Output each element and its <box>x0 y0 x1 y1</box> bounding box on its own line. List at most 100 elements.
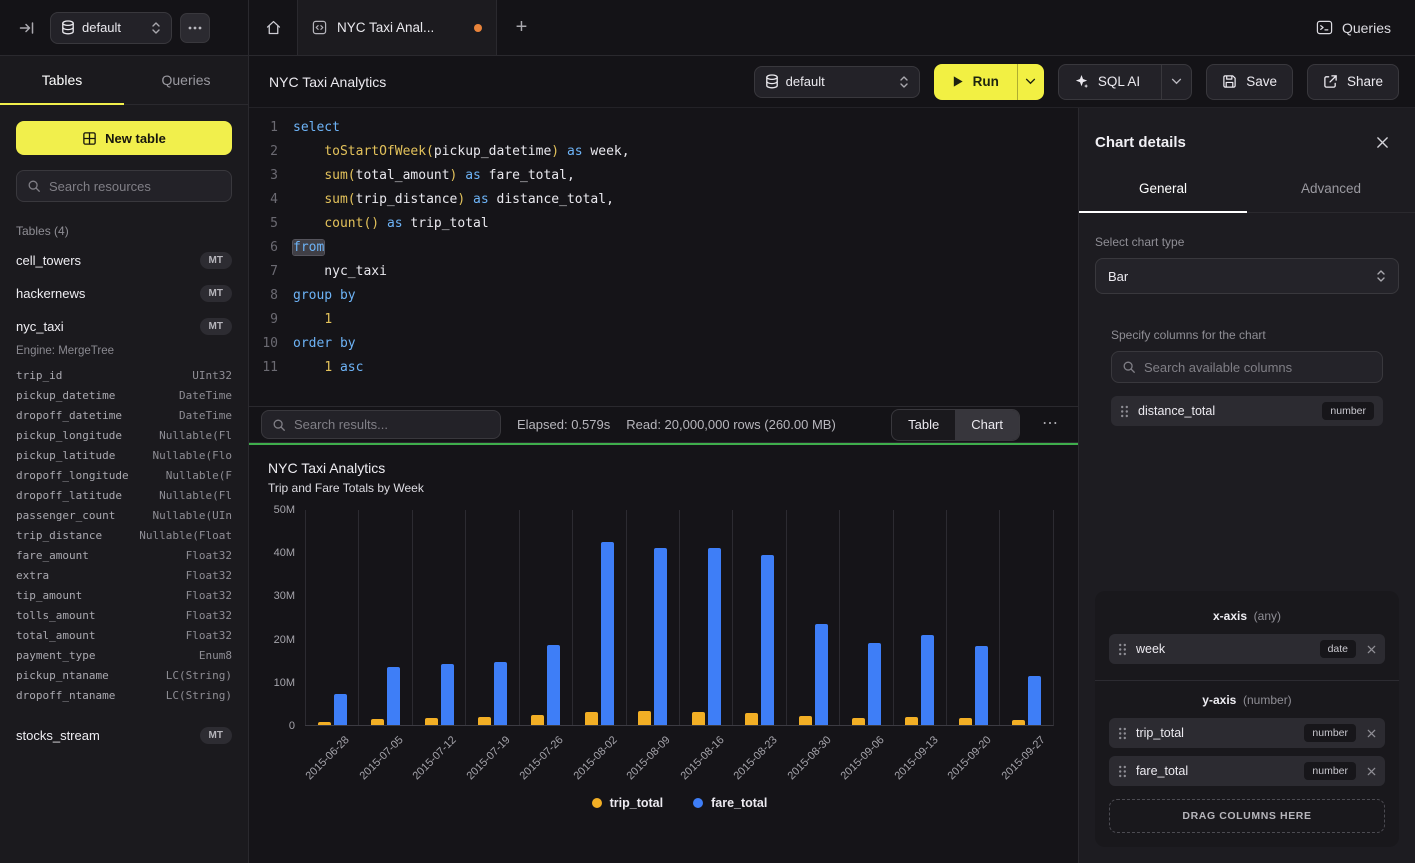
editor-gutter: 1234567891011 <box>249 108 291 406</box>
table-name: cell_towers <box>16 253 81 268</box>
bar-group <box>358 510 411 725</box>
engine-badge: MT <box>200 727 232 744</box>
drag-handle-icon[interactable] <box>1120 405 1129 418</box>
y-axis-column-trip-total[interactable]: trip_total number <box>1109 718 1385 748</box>
column-name: payment_type <box>16 649 95 662</box>
sidebar-tab-tables[interactable]: Tables <box>0 56 124 104</box>
view-chart-button[interactable]: Chart <box>955 410 1019 440</box>
drag-handle-icon[interactable] <box>1118 643 1127 656</box>
collapse-sidebar-button[interactable] <box>12 13 42 43</box>
drag-handle-icon[interactable] <box>1118 765 1127 778</box>
tab-title: NYC Taxi Anal... <box>337 20 434 35</box>
tab-advanced[interactable]: Advanced <box>1247 169 1415 212</box>
chart-x-axis: 2015-06-282015-07-052015-07-122015-07-19… <box>305 726 1054 792</box>
sidebar-search-input[interactable] <box>49 179 221 194</box>
type-badge: number <box>1304 762 1356 780</box>
schema-column-row: pickup_latitudeNullable(Flo <box>16 445 232 465</box>
tab-nyc-taxi-analytics[interactable]: NYC Taxi Anal... <box>298 0 497 55</box>
legend-dot-icon <box>693 798 703 808</box>
x-axis-cell: 2015-07-12 <box>412 726 466 792</box>
x-axis-cell: 2015-08-09 <box>626 726 680 792</box>
home-button[interactable] <box>249 0 298 55</box>
drag-handle-icon[interactable] <box>1118 727 1127 740</box>
save-icon <box>1222 74 1237 89</box>
column-name: passenger_count <box>16 509 115 522</box>
bar-trip_total <box>745 713 758 725</box>
table-row-hackernews[interactable]: hackernews MT <box>16 277 232 310</box>
sql-editor[interactable]: 1234567891011 select toStartOfWeek(picku… <box>249 108 1078 406</box>
schema-column-row: pickup_ntanameLC(String) <box>16 665 232 685</box>
schema-column-row: dropoff_ntanameLC(String) <box>16 685 232 705</box>
share-button[interactable]: Share <box>1307 64 1399 100</box>
sidebar-database-selector[interactable]: default <box>50 12 172 44</box>
remove-column-button[interactable] <box>1367 729 1376 738</box>
column-name: extra <box>16 569 49 582</box>
legend-item-trip_total[interactable]: trip_total <box>592 796 663 810</box>
results-more-button[interactable]: ⋯ <box>1036 413 1066 437</box>
sql-ai-label: SQL AI <box>1098 74 1140 89</box>
editor-line-number: 11 <box>249 356 278 380</box>
remove-column-button[interactable] <box>1367 767 1376 776</box>
x-axis-label: 2015-09-06 <box>839 734 887 782</box>
header-database-value: default <box>786 74 825 89</box>
y-axis-column-fare-total[interactable]: fare_total number <box>1109 756 1385 786</box>
sql-ai-button[interactable]: SQL AI <box>1059 65 1152 99</box>
sidebar-tab-queries[interactable]: Queries <box>124 56 248 104</box>
run-options-button[interactable] <box>1017 64 1044 100</box>
bar-fare_total <box>387 667 400 725</box>
bar-group <box>732 510 785 725</box>
tables-list: Tables (4) cell_towers MT hackernews MT … <box>0 202 248 863</box>
view-table-button[interactable]: Table <box>892 410 955 440</box>
table-row-stocks-stream[interactable]: stocks_stream MT <box>16 719 232 752</box>
column-type: DateTime <box>179 389 232 402</box>
drop-zone[interactable]: DRAG COLUMNS HERE <box>1109 799 1385 833</box>
results-search[interactable] <box>261 410 501 439</box>
column-type: Float32 <box>186 589 232 602</box>
y-axis-tick: 20M <box>274 634 295 646</box>
queries-button[interactable]: Queries <box>1316 19 1391 36</box>
column-type: Nullable(Flo <box>153 449 232 462</box>
chart-type-select[interactable]: Bar <box>1095 258 1399 294</box>
x-axis-cell: 2015-07-05 <box>359 726 413 792</box>
table-row-cell-towers[interactable]: cell_towers MT <box>16 244 232 277</box>
sidebar-tab-tables-label: Tables <box>42 72 82 88</box>
available-column-distance-total[interactable]: distance_total number <box>1111 396 1383 426</box>
header-database-selector[interactable]: default <box>754 66 920 98</box>
new-tab-button[interactable]: + <box>497 0 546 55</box>
bar-fare_total <box>975 646 988 725</box>
new-table-button[interactable]: New table <box>16 121 232 155</box>
legend-dot-icon <box>592 798 602 808</box>
share-label: Share <box>1347 74 1383 89</box>
sidebar-more-button[interactable] <box>180 13 210 43</box>
ellipsis-icon <box>188 26 202 30</box>
columns-search[interactable] <box>1111 351 1383 383</box>
columns-label: Specify columns for the chart <box>1111 328 1383 342</box>
x-axis-column-week[interactable]: week date <box>1109 634 1385 664</box>
sidebar-search[interactable] <box>16 170 232 202</box>
columns-search-input[interactable] <box>1144 360 1372 375</box>
column-name: trip_total <box>1136 726 1184 740</box>
editor-line-number: 3 <box>249 164 278 188</box>
editor-line-number: 5 <box>249 212 278 236</box>
run-button[interactable]: Run <box>934 64 1017 100</box>
legend-item-fare_total[interactable]: fare_total <box>693 796 767 810</box>
chart-subtitle: Trip and Fare Totals by Week <box>249 481 1078 495</box>
save-button[interactable]: Save <box>1206 64 1293 100</box>
x-axis-label: 2015-08-09 <box>625 734 673 782</box>
schema-column-row: dropoff_longitudeNullable(F <box>16 465 232 485</box>
remove-column-button[interactable] <box>1367 645 1376 654</box>
column-name: dropoff_ntaname <box>16 689 115 702</box>
editor-line-number: 4 <box>249 188 278 212</box>
editor-line: toStartOfWeek(pickup_datetime) as week, <box>293 140 1078 164</box>
editor-code[interactable]: select toStartOfWeek(pickup_datetime) as… <box>291 108 1078 406</box>
close-panel-button[interactable] <box>1376 136 1389 149</box>
close-icon <box>1367 729 1376 738</box>
column-type: Float32 <box>186 569 232 582</box>
tab-general[interactable]: General <box>1079 169 1247 212</box>
table-row-nyc-taxi[interactable]: nyc_taxi MT <box>16 310 232 343</box>
legend-label: trip_total <box>610 796 663 810</box>
schema-column-row: dropoff_datetimeDateTime <box>16 405 232 425</box>
results-search-input[interactable] <box>294 417 490 432</box>
sql-ai-options-button[interactable] <box>1161 65 1191 99</box>
x-axis-label: 2015-08-02 <box>571 734 619 782</box>
